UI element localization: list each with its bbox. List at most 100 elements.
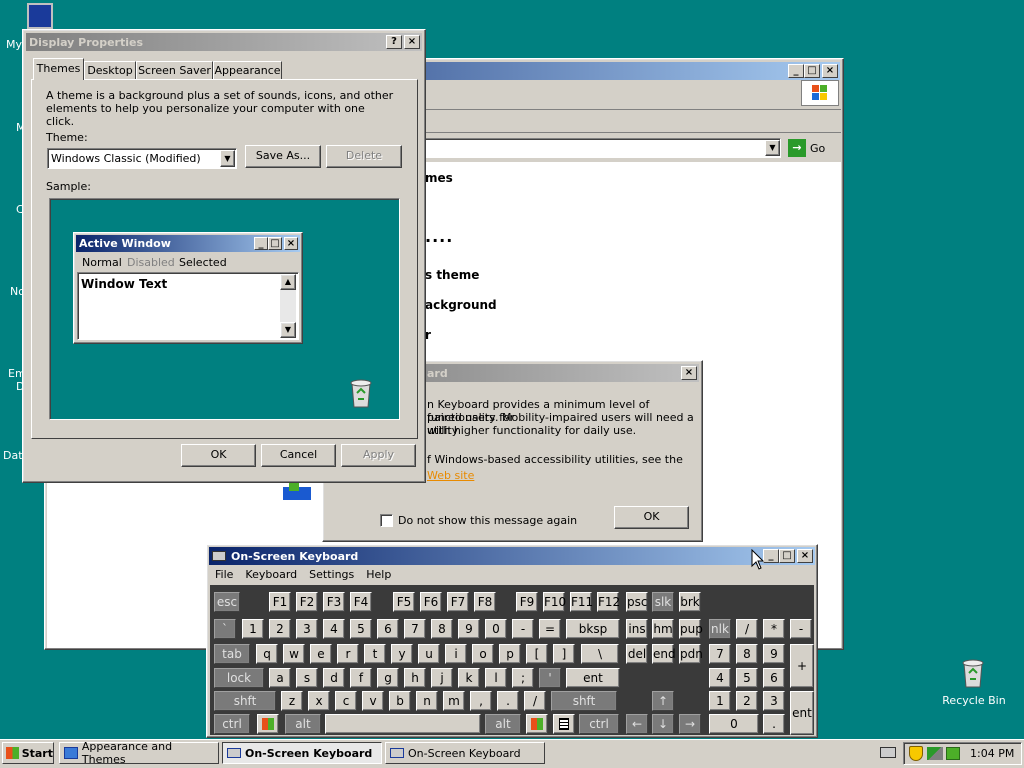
key-k8[interactable]: 8 [736,644,758,664]
key-f3[interactable]: F3 [323,592,345,612]
app-menu-key-icon[interactable] [553,714,575,734]
key-n1[interactable]: 1 [242,619,264,639]
key-f9[interactable]: F9 [516,592,538,612]
key-u[interactable]: u [418,644,440,664]
security-shield-icon[interactable] [909,746,923,761]
explorer-task-item[interactable]: mes [425,171,453,185]
menu-settings[interactable]: Settings [309,566,354,584]
key-f[interactable]: f [350,668,372,688]
key-up[interactable]: ↑ [652,691,674,711]
key-rbr[interactable]: ] [553,644,575,664]
key-l[interactable]: l [485,668,507,688]
key-n5[interactable]: 5 [350,619,372,639]
dont-show-checkbox[interactable] [380,514,393,527]
key-v[interactable]: v [362,691,384,711]
windows-key-icon[interactable] [257,714,279,734]
key-ksub[interactable]: - [790,619,812,639]
key-x[interactable]: x [308,691,330,711]
key-k5[interactable]: 5 [736,668,758,688]
key-n[interactable]: n [416,691,438,711]
key-f11[interactable]: F11 [570,592,593,612]
key-f6[interactable]: F6 [420,592,442,612]
key-bq[interactable]: ` [214,619,236,639]
keyboard-tray-icon[interactable] [880,747,896,758]
key-kmul[interactable]: * [763,619,785,639]
key-e[interactable]: e [310,644,332,664]
key-a[interactable]: a [269,668,291,688]
ok-button[interactable]: OK [614,506,689,529]
key-m[interactable]: m [443,691,465,711]
key-w[interactable]: w [283,644,305,664]
key-d[interactable]: d [323,668,345,688]
dropdown-arrow-button[interactable]: ▼ [220,150,235,167]
key-n7[interactable]: 7 [404,619,426,639]
key-shft2[interactable]: shft [551,691,617,711]
go-button[interactable]: → Go [788,139,825,157]
key-k0[interactable]: 0 [709,714,759,734]
key-dot[interactable]: . [497,691,519,711]
task-appearance-themes[interactable]: Appearance and Themes [59,740,219,766]
key-del[interactable]: del [626,644,648,664]
key-k[interactable]: k [458,668,480,688]
key-pup[interactable]: pup [679,619,703,639]
key-k9[interactable]: 9 [763,644,785,664]
key-f4[interactable]: F4 [350,592,372,612]
key-ctrl[interactable]: ctrl [214,714,250,734]
key-y[interactable]: y [391,644,413,664]
key-tab[interactable]: tab [214,644,250,664]
key-kdot[interactable]: . [763,714,785,734]
key-bsl[interactable]: \ [581,644,619,664]
key-s[interactable]: s [296,668,318,688]
close-button[interactable]: × [681,366,697,380]
close-button[interactable]: × [797,549,813,563]
key-end[interactable]: end [652,644,676,664]
key-right[interactable]: → [679,714,701,734]
key-minus[interactable]: - [512,619,534,639]
key-n2[interactable]: 2 [269,619,291,639]
address-bar[interactable] [415,138,781,158]
cancel-button[interactable]: Cancel [261,444,336,467]
key-nlk[interactable]: nlk [709,619,731,639]
menu-keyboard[interactable]: Keyboard [245,566,297,584]
key-quote[interactable]: ' [539,668,561,688]
key-lbr[interactable]: [ [526,644,548,664]
key-k1[interactable]: 1 [709,691,731,711]
key-bksp[interactable]: bksp [566,619,620,639]
space-key[interactable] [325,714,481,734]
help-button[interactable]: ? [386,35,402,49]
maximize-button[interactable]: □ [804,64,820,78]
apply-button[interactable]: Apply [341,444,416,467]
tab-themes[interactable]: Themes [33,58,84,80]
menu-file[interactable]: File [215,566,233,584]
key-ins[interactable]: ins [626,619,648,639]
key-lock[interactable]: lock [214,668,264,688]
key-f8[interactable]: F8 [474,592,496,612]
key-f10[interactable]: F10 [543,592,566,612]
ok-button[interactable]: OK [181,444,256,467]
key-semi[interactable]: ; [512,668,534,688]
key-n0[interactable]: 0 [485,619,507,639]
task-on-screen-keyboard-2[interactable]: On-Screen Keyboard [385,742,545,764]
task-on-screen-keyboard[interactable]: On-Screen Keyboard [222,742,382,764]
key-q[interactable]: q [256,644,278,664]
key-psc[interactable]: psc [626,592,648,612]
key-k7[interactable]: 7 [709,644,731,664]
minimize-button[interactable]: _ [788,64,804,78]
key-slash[interactable]: / [524,691,546,711]
key-alt[interactable]: alt [285,714,321,734]
key-i[interactable]: i [445,644,467,664]
key-eq[interactable]: = [539,619,561,639]
key-f2[interactable]: F2 [296,592,318,612]
key-c[interactable]: c [335,691,357,711]
minimize-button[interactable]: _ [763,549,779,563]
tab-appearance[interactable]: Appearance [213,61,282,80]
key-p[interactable]: p [499,644,521,664]
key-f5[interactable]: F5 [393,592,415,612]
tab-desktop[interactable]: Desktop [84,61,136,80]
key-h[interactable]: h [404,668,426,688]
key-slk[interactable]: slk [652,592,674,612]
save-as-button[interactable]: Save As... [245,145,321,168]
key-shft[interactable]: shft [214,691,276,711]
tab-screen-saver[interactable]: Screen Saver [136,61,213,80]
recycle-bin-icon[interactable] [957,657,989,689]
